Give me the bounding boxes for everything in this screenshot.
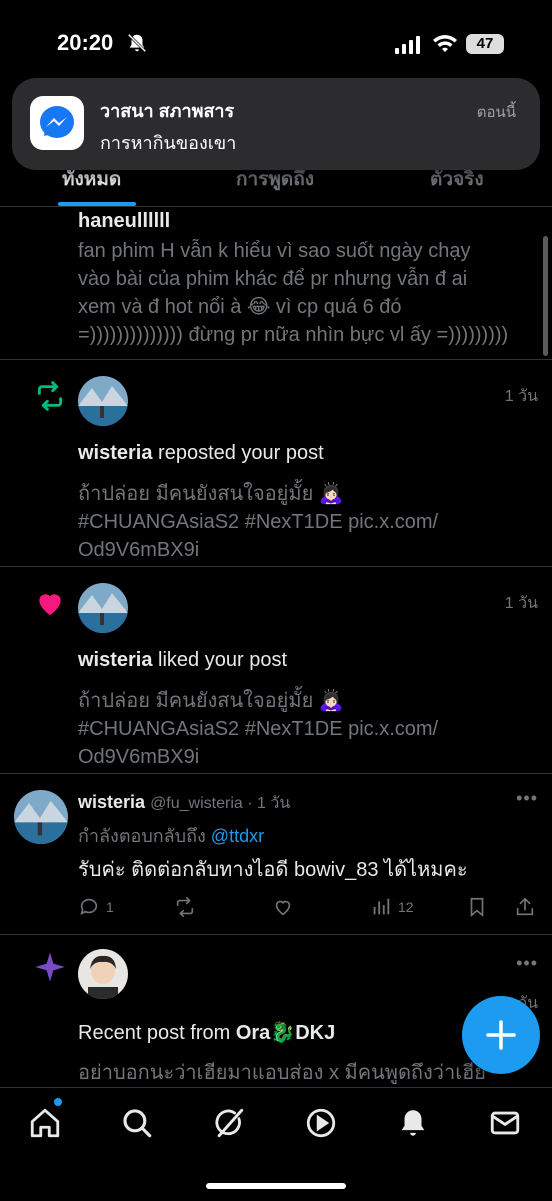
bookmark-button[interactable] [466, 896, 488, 918]
post-text-line: fan phim H vẫn k hiểu vì sao suốt ngày c… [78, 240, 471, 262]
views-chart-icon [373, 898, 390, 915]
action-text: liked your post [152, 649, 287, 671]
notification-body: การหากินของเขา [100, 133, 237, 153]
reply-button[interactable]: 1 [78, 896, 114, 918]
repost-button[interactable] [174, 896, 196, 918]
avatar[interactable] [78, 949, 128, 999]
actor-name[interactable]: wisteria [78, 649, 152, 671]
clock: 20:20 [57, 30, 114, 55]
bookmark-icon [470, 897, 484, 918]
post-author[interactable]: haneullllll [78, 207, 532, 235]
like-button[interactable] [272, 896, 294, 918]
heart-outline-icon [275, 900, 291, 916]
post-text: รับค่ะ ติดต่อกลับทางไอดี bowiv_83 ได้ไหม… [78, 859, 468, 881]
post-text-line: Od9V6mBX9i [78, 746, 200, 768]
repost-icon [37, 381, 63, 411]
post-text-line: vào bài của phim khác để pr nhưng vẫn đ … [78, 268, 468, 290]
notifications-bell-icon[interactable] [396, 1106, 430, 1140]
grok-icon[interactable] [212, 1106, 246, 1140]
views-button[interactable]: 12 [370, 896, 414, 918]
home-icon[interactable] [28, 1106, 62, 1140]
user-handle[interactable]: @fu_wisteria · 1 วัน [150, 795, 290, 812]
replying-label: กำลังตอบกลับถึง [78, 826, 211, 846]
avatar[interactable] [78, 583, 128, 633]
compose-post-button[interactable] [462, 996, 540, 1074]
source-account[interactable]: Ora🐉DKJ [236, 1022, 335, 1044]
more-options-icon[interactable]: ••• [516, 788, 538, 809]
battery-indicator: 47 [466, 34, 504, 54]
list-item[interactable]: 1 วัน wisteria reposted your post ถ้าปล่… [0, 360, 552, 567]
share-icon [516, 897, 534, 916]
reply-count: 1 [106, 899, 114, 915]
cellular-signal-icon [395, 36, 420, 54]
scrollbar[interactable] [543, 236, 548, 356]
display-name[interactable]: wisteria [78, 792, 145, 812]
more-options-icon[interactable]: ••• [516, 953, 538, 974]
messenger-icon [30, 96, 84, 150]
notifications-feed[interactable]: haneullllll fan phim H vẫn k hiểu vì sao… [0, 207, 552, 1087]
notification-title: วาสนา สภาพสาร [100, 101, 235, 121]
messages-mail-icon[interactable] [488, 1106, 522, 1140]
mention-link[interactable]: @ttdxr [211, 826, 264, 846]
post-text-line: Od9V6mBX9i [78, 539, 200, 561]
post-text-line: =)))))))))))))) đừng pr nữa nhìn bực vl … [78, 324, 509, 346]
plus-icon [486, 1020, 516, 1050]
notification-summary: wisteria reposted your post [78, 439, 532, 467]
replying-to: กำลังตอบกลับถึง @ttdxr [78, 822, 532, 850]
list-item[interactable]: 1 วัน wisteria liked your post ถ้าปล่อย … [0, 567, 552, 774]
post-text-line: ถ้าปล่อย มีคนยังสนใจอยู่มั้ย 🙇🏻‍♀️ [78, 483, 344, 505]
home-indicator [206, 1183, 346, 1189]
share-button[interactable] [514, 896, 536, 918]
post-text-line: ถ้าปล่อย มีคนยังสนใจอยู่มั้ย 🙇🏻‍♀️ [78, 690, 344, 712]
reply-icon [80, 898, 98, 915]
unread-dot [54, 1098, 62, 1106]
search-icon[interactable] [120, 1106, 154, 1140]
notification-summary: wisteria liked your post [78, 646, 532, 674]
avatar[interactable] [78, 376, 128, 426]
post-text-line: #CHUANGAsiaS2 #NexT1DE pic.x.com/ [78, 718, 439, 740]
list-item[interactable]: haneullllll fan phim H vẫn k hiểu vì sao… [0, 207, 552, 360]
repost-icon [176, 897, 194, 917]
status-bar: 20:20 47 [0, 0, 552, 90]
notification-time: ตอนนี้ [476, 104, 516, 121]
wifi-icon [433, 35, 457, 52]
actor-name[interactable]: wisteria [78, 442, 152, 464]
push-notification-banner[interactable]: วาสนา สภาพสาร การหากินของเขา ตอนนี้ [12, 78, 540, 170]
view-count: 12 [398, 899, 414, 915]
timestamp: 1 วัน [504, 595, 538, 612]
sparkle-icon [35, 952, 65, 982]
avatar[interactable] [14, 790, 68, 844]
action-text: reposted your post [152, 442, 324, 464]
video-icon[interactable] [304, 1106, 338, 1140]
bell-off-icon [127, 33, 147, 53]
bottom-navigation [0, 1087, 552, 1201]
post-text-line: xem và đ hot nổi à 😂 vì cp quá 6 đó [78, 296, 402, 318]
post-text-line: #CHUANGAsiaS2 #NexT1DE pic.x.com/ [78, 511, 439, 533]
recent-post-label: Recent post from [78, 1022, 236, 1044]
post-header: wisteria @fu_wisteria · 1 วัน [78, 788, 532, 818]
list-item[interactable]: wisteria @fu_wisteria · 1 วัน ••• กำลังต… [0, 774, 552, 935]
heart-icon [39, 594, 61, 615]
timestamp: 1 วัน [504, 388, 538, 405]
active-tab-indicator [58, 202, 136, 206]
